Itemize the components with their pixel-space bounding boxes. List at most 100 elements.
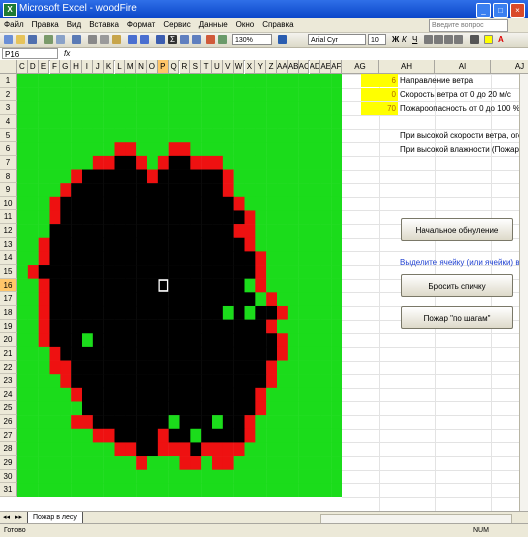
- burnt-cell[interactable]: [136, 319, 148, 334]
- tree-cell[interactable]: [320, 74, 332, 88]
- burnt-cell[interactable]: [212, 183, 224, 198]
- tree-cell[interactable]: [277, 169, 289, 184]
- burnt-cell[interactable]: [125, 155, 137, 170]
- tree-cell[interactable]: [190, 428, 202, 443]
- burning-cell[interactable]: [244, 415, 256, 430]
- tree-cell[interactable]: [266, 415, 278, 430]
- tree-cell[interactable]: [255, 142, 267, 157]
- tree-cell[interactable]: [71, 101, 83, 116]
- burnt-cell[interactable]: [136, 251, 148, 266]
- tree-cell[interactable]: [320, 319, 332, 334]
- burnt-cell[interactable]: [71, 305, 83, 320]
- tree-cell[interactable]: [233, 87, 245, 102]
- burnt-cell[interactable]: [179, 428, 191, 443]
- burnt-cell[interactable]: [136, 442, 148, 457]
- burnt-cell[interactable]: [190, 183, 202, 198]
- tree-cell[interactable]: [266, 74, 278, 88]
- burnt-cell[interactable]: [179, 401, 191, 416]
- burnt-cell[interactable]: [201, 210, 213, 225]
- burnt-cell[interactable]: [103, 387, 115, 402]
- burnt-cell[interactable]: [212, 278, 224, 293]
- burnt-cell[interactable]: [157, 305, 169, 320]
- burnt-cell[interactable]: [212, 360, 224, 375]
- tree-cell[interactable]: [17, 415, 29, 430]
- tree-cell[interactable]: [309, 224, 321, 239]
- burnt-cell[interactable]: [92, 305, 104, 320]
- tree-cell[interactable]: [17, 251, 29, 266]
- column-header-m[interactable]: M: [125, 60, 137, 74]
- burnt-cell[interactable]: [168, 278, 180, 293]
- burning-cell[interactable]: [125, 142, 137, 157]
- row-header-5[interactable]: 5: [0, 128, 17, 143]
- burning-cell[interactable]: [212, 456, 224, 470]
- burning-cell[interactable]: [244, 224, 256, 239]
- burnt-cell[interactable]: [179, 155, 191, 170]
- burning-cell[interactable]: [60, 183, 72, 198]
- tree-cell[interactable]: [233, 183, 245, 198]
- burnt-cell[interactable]: [114, 360, 126, 375]
- tree-cell[interactable]: [309, 278, 321, 293]
- tree-cell[interactable]: [277, 128, 289, 143]
- tree-cell[interactable]: [277, 265, 289, 279]
- tree-cell[interactable]: [222, 155, 234, 170]
- burning-cell[interactable]: [60, 360, 72, 375]
- burnt-cell[interactable]: [190, 292, 202, 307]
- burnt-cell[interactable]: [168, 346, 180, 361]
- tree-cell[interactable]: [49, 142, 61, 157]
- column-header-r[interactable]: R: [179, 60, 191, 74]
- burnt-cell[interactable]: [212, 305, 224, 320]
- burning-cell[interactable]: [168, 442, 180, 457]
- tree-cell[interactable]: [147, 74, 159, 88]
- tree-cell[interactable]: [309, 442, 321, 457]
- tree-cell[interactable]: [320, 401, 332, 416]
- burnt-cell[interactable]: [71, 183, 83, 198]
- tree-cell[interactable]: [287, 346, 299, 361]
- tree-cell[interactable]: [38, 114, 50, 129]
- tree-cell[interactable]: [82, 483, 94, 497]
- burnt-cell[interactable]: [92, 251, 104, 266]
- tree-cell[interactable]: [27, 128, 39, 143]
- burnt-cell[interactable]: [222, 196, 234, 211]
- tree-cell[interactable]: [309, 265, 321, 279]
- column-header-ab[interactable]: AB: [287, 60, 299, 74]
- column-header-v[interactable]: V: [222, 60, 234, 74]
- tree-cell[interactable]: [255, 128, 267, 143]
- burnt-cell[interactable]: [201, 415, 213, 430]
- tree-cell[interactable]: [49, 483, 61, 497]
- tree-cell[interactable]: [38, 387, 50, 402]
- tree-cell[interactable]: [38, 74, 50, 88]
- tree-cell[interactable]: [82, 333, 94, 348]
- tree-cell[interactable]: [331, 360, 342, 375]
- tree-cell[interactable]: [27, 333, 39, 348]
- burnt-cell[interactable]: [222, 333, 234, 348]
- burning-cell[interactable]: [212, 155, 224, 170]
- tree-cell[interactable]: [266, 265, 278, 279]
- burnt-cell[interactable]: [71, 224, 83, 239]
- tree-cell[interactable]: [277, 237, 289, 252]
- burnt-cell[interactable]: [233, 319, 245, 334]
- tree-cell[interactable]: [60, 155, 72, 170]
- menu-data[interactable]: Данные: [195, 18, 232, 32]
- tree-cell[interactable]: [298, 251, 310, 266]
- burnt-cell[interactable]: [125, 292, 137, 307]
- maximize-icon[interactable]: □: [493, 3, 508, 18]
- burnt-cell[interactable]: [82, 387, 94, 402]
- burnt-cell[interactable]: [168, 360, 180, 375]
- burning-cell[interactable]: [244, 237, 256, 252]
- burning-cell[interactable]: [190, 155, 202, 170]
- tree-cell[interactable]: [17, 101, 29, 116]
- column-header-u[interactable]: U: [212, 60, 223, 74]
- tree-cell[interactable]: [38, 428, 50, 443]
- tree-cell[interactable]: [17, 128, 29, 143]
- tree-cell[interactable]: [157, 456, 169, 470]
- tree-cell[interactable]: [287, 428, 299, 443]
- burnt-cell[interactable]: [179, 305, 191, 320]
- undo-icon[interactable]: [128, 35, 137, 44]
- menu-tools[interactable]: Сервис: [159, 18, 194, 32]
- burnt-cell[interactable]: [92, 278, 104, 293]
- tree-cell[interactable]: [82, 456, 94, 470]
- burnt-cell[interactable]: [168, 251, 180, 266]
- tree-cell[interactable]: [201, 87, 213, 102]
- tree-cell[interactable]: [157, 128, 169, 143]
- tree-cell[interactable]: [298, 469, 310, 484]
